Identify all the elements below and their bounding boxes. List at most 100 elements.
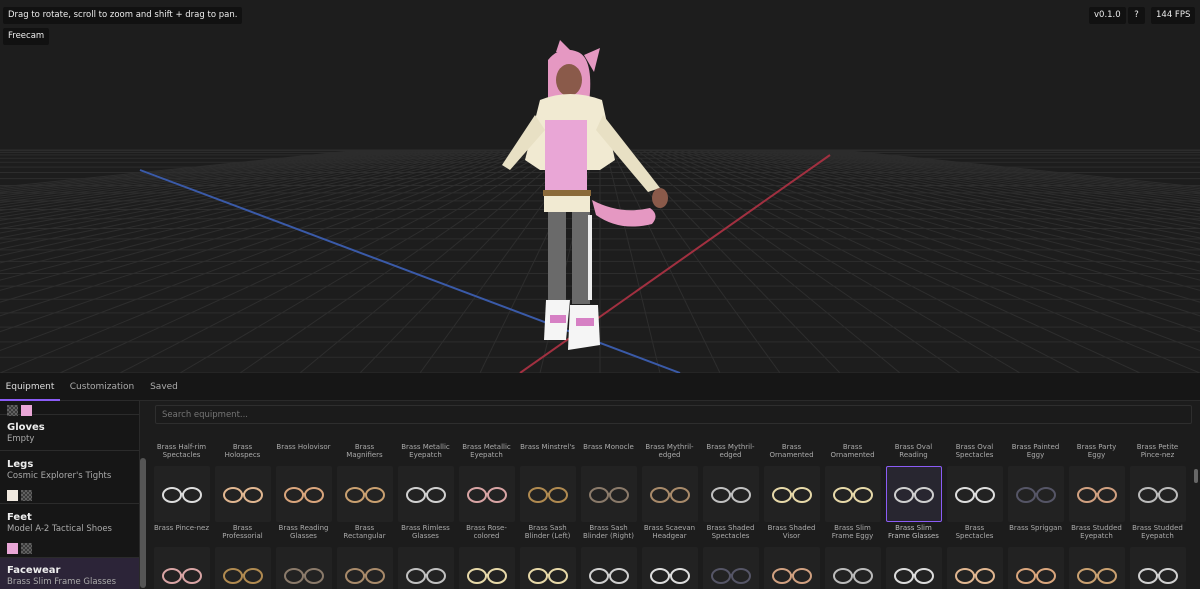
tab-saved[interactable]: Saved [144, 373, 184, 401]
equipment-item[interactable]: Brass Studded Eyepatch [1068, 466, 1125, 542]
freecam-button[interactable]: Freecam [3, 28, 50, 45]
equipment-item-label: Brass Rimless Glasses [401, 524, 450, 540]
equipment-item[interactable]: Brass Reading Glasses [275, 466, 332, 542]
equipment-item[interactable]: Brass Rose-colored [458, 466, 515, 542]
equipment-thumbnail [580, 547, 637, 589]
dye-swatch[interactable] [7, 490, 18, 501]
equipment-item[interactable]: Brass Monocle [580, 443, 637, 461]
equipment-item[interactable]: Brass Mythril-edged [702, 443, 759, 461]
equipment-item[interactable]: Brass Slim Frame Glasses [885, 466, 942, 542]
equipment-item[interactable]: Brass Holospecs [214, 443, 271, 461]
slot-name: Feet [7, 512, 32, 523]
equipment-item[interactable]: Brass Pince-nez [153, 466, 210, 542]
equipment-item[interactable] [946, 547, 1003, 589]
dye-swatch[interactable] [21, 543, 32, 554]
equipment-thumbnail [519, 547, 576, 589]
equipment-item[interactable]: Brass Sash Blinder (Right) [580, 466, 637, 542]
equipment-thumbnail [763, 466, 820, 522]
dye-swatch[interactable] [21, 490, 32, 501]
equipment-item-label: Brass Half-rim Spectacles [156, 443, 207, 459]
equipment-thumbnail [1068, 466, 1125, 522]
equipment-item[interactable]: Brass Holovisor [275, 443, 332, 461]
equipment-item-label: Brass Professorial [222, 524, 263, 540]
equipment-item[interactable]: Brass Oval Reading [885, 443, 942, 461]
equipment-item[interactable] [153, 547, 210, 589]
slot-facewear[interactable]: Facewear Brass Slim Frame Glasses [0, 558, 139, 589]
slot-gloves[interactable]: Gloves Empty [0, 415, 139, 451]
equipment-item[interactable]: Brass Painted Eggy [1007, 443, 1064, 461]
equipment-item[interactable]: Brass Mythril-edged [641, 443, 698, 461]
equipment-item[interactable]: Brass Ornamented [824, 443, 881, 461]
equipment-item[interactable]: Brass Petite Pince-nez [1129, 443, 1186, 461]
equipment-thumbnail [519, 466, 576, 522]
equipment-item[interactable]: Brass Minstrel's [519, 443, 576, 461]
equipment-item-label: Brass Scaevan Headgear [643, 524, 696, 540]
grid-scrollbar[interactable] [1194, 469, 1198, 483]
equipment-item[interactable]: Brass Metallic Eyepatch [397, 443, 454, 461]
equipment-item-label: Brass Rectangular [343, 524, 386, 540]
slot-name: Facewear [7, 565, 61, 576]
equipment-item[interactable]: Brass Magnifiers [336, 443, 393, 461]
equipment-grid-panel: Brass Half-rim Spectacles Brass Holospecs… [146, 401, 1200, 589]
equipment-thumbnail [397, 547, 454, 589]
equipment-item-label: Brass Sash Blinder (Left) [524, 524, 571, 540]
dye-swatch[interactable] [7, 543, 18, 554]
equipment-item[interactable]: Brass Ornamented [763, 443, 820, 461]
equipment-item[interactable] [641, 547, 698, 589]
equipment-item[interactable]: Brass Metallic Eyepatch [458, 443, 515, 461]
equipment-thumbnail [1068, 547, 1125, 589]
slot-name: Legs [7, 459, 34, 470]
slot-legs[interactable]: Legs Cosmic Explorer's Tights [0, 452, 139, 504]
equipment-item[interactable]: Brass Rimless Glasses [397, 466, 454, 542]
equipment-thumbnail [641, 547, 698, 589]
tab-equipment[interactable]: Equipment [0, 373, 60, 401]
equipment-item-label: Brass Slim Frame Glasses [888, 524, 939, 540]
equipment-item[interactable]: Brass Shaded Visor [763, 466, 820, 542]
equipment-item[interactable] [275, 547, 332, 589]
equipment-thumbnail [1129, 466, 1186, 522]
equipment-item[interactable] [1007, 547, 1064, 589]
equipment-item[interactable] [702, 547, 759, 589]
equipment-item[interactable] [458, 547, 515, 589]
equipment-item[interactable] [580, 547, 637, 589]
character-model [502, 40, 668, 350]
equipment-item[interactable]: Brass Spectacles [946, 466, 1003, 542]
equipment-item[interactable]: Brass Party Eggy [1068, 443, 1125, 461]
equipment-item[interactable] [1068, 547, 1125, 589]
help-button[interactable]: ? [1128, 7, 1145, 24]
slot-previous-swatches [0, 401, 139, 416]
equipment-item-label: Brass Painted Eggy [1011, 443, 1060, 459]
equipment-item[interactable]: Brass Shaded Spectacles [702, 466, 759, 542]
3d-viewport[interactable]: Drag to rotate, scroll to zoom and shift… [0, 0, 1200, 373]
search-input[interactable] [155, 405, 1192, 424]
equipment-thumbnail [458, 466, 515, 522]
equipment-item[interactable] [1129, 547, 1186, 589]
equipment-thumbnail [824, 547, 881, 589]
equipment-item-label: Brass Spriggan [1009, 524, 1062, 532]
equipment-item[interactable]: Brass Scaevan Headgear [641, 466, 698, 542]
equipment-thumbnail [275, 466, 332, 522]
equipment-item[interactable]: Brass Professorial [214, 466, 271, 542]
equipment-item[interactable]: Brass Rectangular [336, 466, 393, 542]
equipment-item[interactable] [885, 547, 942, 589]
equipment-item[interactable] [763, 547, 820, 589]
equipment-item[interactable] [397, 547, 454, 589]
equipment-item-label: Brass Magnifiers [346, 443, 383, 459]
equipment-item[interactable] [519, 547, 576, 589]
slot-feet[interactable]: Feet Model A-2 Tactical Shoes [0, 505, 139, 558]
equipment-item-label: Brass Metallic Eyepatch [401, 443, 450, 459]
equipment-item[interactable]: Brass Spriggan [1007, 466, 1064, 542]
equipment-item[interactable] [214, 547, 271, 589]
equipment-item[interactable]: Brass Oval Spectacles [946, 443, 1003, 461]
equipment-item[interactable]: Brass Half-rim Spectacles [153, 443, 210, 461]
equipment-item[interactable]: Brass Sash Blinder (Left) [519, 466, 576, 542]
equipment-thumbnail [397, 466, 454, 522]
equipment-thumbnail [153, 547, 210, 589]
equipment-item[interactable]: Brass Studded Eyepatch [1129, 466, 1186, 542]
equipment-item-label: Brass Monocle [583, 443, 634, 451]
tab-customization[interactable]: Customization [64, 373, 140, 401]
equipment-item[interactable] [824, 547, 881, 589]
panel-tabs: Equipment Customization Saved [0, 373, 1200, 401]
equipment-item[interactable]: Brass Slim Frame Eggy [824, 466, 881, 542]
equipment-item[interactable] [336, 547, 393, 589]
